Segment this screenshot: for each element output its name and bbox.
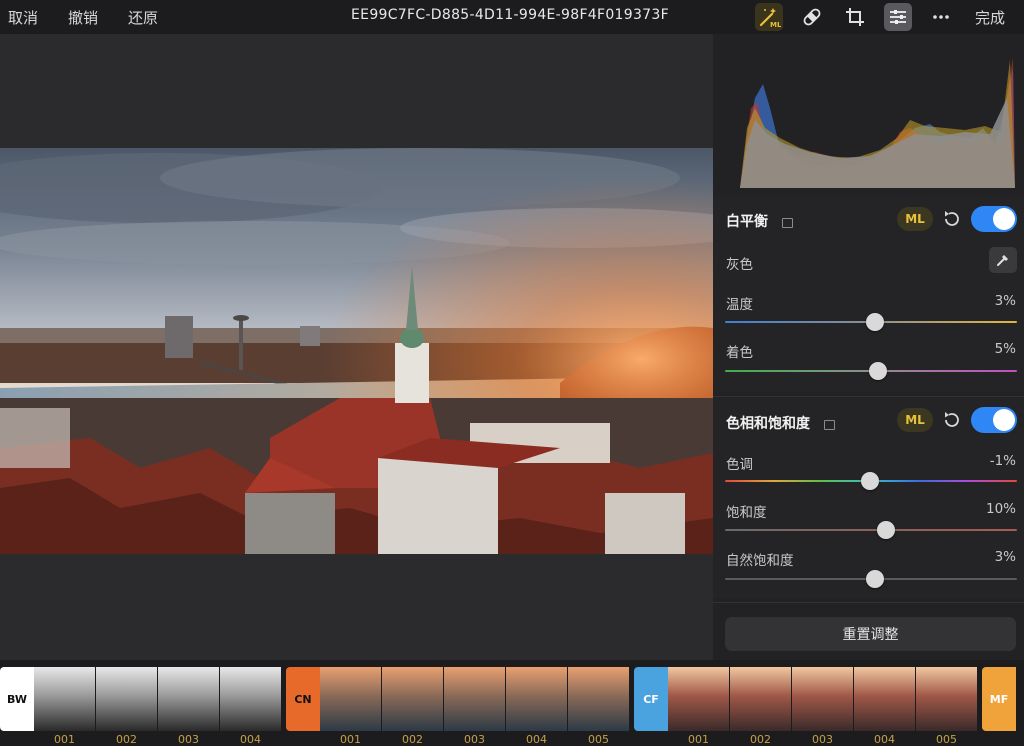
filter-thumbnail[interactable] bbox=[382, 667, 443, 731]
eyedropper-icon bbox=[997, 255, 1008, 266]
temperature-value: 3% bbox=[994, 293, 1016, 309]
filter-thumbnail-label: 004 bbox=[526, 733, 547, 746]
filter-group-tag[interactable]: MF bbox=[982, 667, 1016, 731]
filter-thumbnail-label: 004 bbox=[240, 733, 261, 746]
ml-auto-enhance-button[interactable]: ML bbox=[755, 3, 783, 31]
filter-thumbnail-label: 001 bbox=[54, 733, 75, 746]
white-balance-ml-button[interactable]: ML bbox=[897, 207, 933, 231]
filter-thumbnail-label: 001 bbox=[340, 733, 361, 746]
filter-thumbnail[interactable] bbox=[916, 667, 977, 731]
hue-saturation-reset-button[interactable] bbox=[941, 409, 963, 435]
cityscape-photo-illustration bbox=[0, 148, 713, 554]
histogram bbox=[725, 48, 1017, 188]
toggle-knob bbox=[993, 208, 1015, 230]
section-divider bbox=[713, 602, 1024, 603]
filter-thumbnail-label: 002 bbox=[402, 733, 423, 746]
document-title: EE99C7FC-D885-4D11-994E-98F4F019373F bbox=[351, 7, 669, 23]
top-toolbar: 取消 撤销 还原 EE99C7FC-D885-4D11-994E-98F4F01… bbox=[0, 0, 1024, 34]
photo-canvas[interactable] bbox=[0, 34, 713, 660]
filter-filmstrip: BW 001 002 003 004 CN 001 002 003 004 005 CF 001 002 0… bbox=[0, 660, 1024, 746]
tint-label: 着色 bbox=[726, 345, 753, 361]
crop-icon bbox=[846, 8, 864, 26]
hue-saturation-title: 色相和饱和度 bbox=[726, 416, 810, 432]
section-divider bbox=[713, 396, 1024, 397]
lock-icon[interactable] bbox=[824, 420, 835, 430]
bandage-icon bbox=[803, 8, 821, 26]
filter-thumbnail[interactable] bbox=[792, 667, 853, 731]
hue-saturation-ml-button[interactable]: ML bbox=[897, 408, 933, 432]
hue-saturation-section: 色相和饱和度 ML 色调 -1% 饱和度 10% 自然饱和度 3% bbox=[713, 398, 1024, 598]
filter-thumbnail-label: 003 bbox=[178, 733, 199, 746]
crop-tool-button[interactable] bbox=[841, 3, 869, 31]
filter-thumbnail[interactable] bbox=[506, 667, 567, 731]
filter-thumbnail-label: 002 bbox=[750, 733, 771, 746]
reset-arrow-icon bbox=[945, 412, 959, 427]
adjust-tool-button[interactable] bbox=[884, 3, 912, 31]
filter-thumbnail-label: 003 bbox=[812, 733, 833, 746]
undo-button[interactable]: 撤销 bbox=[68, 7, 98, 28]
gray-picker-button[interactable] bbox=[989, 247, 1017, 273]
filter-group-tag[interactable]: CF bbox=[634, 667, 668, 731]
filter-thumbnail[interactable] bbox=[96, 667, 157, 731]
hue-value: -1% bbox=[989, 453, 1016, 469]
more-dots-icon bbox=[933, 15, 949, 19]
filter-thumbnail[interactable] bbox=[568, 667, 629, 731]
filter-group-tag[interactable]: BW bbox=[0, 667, 34, 731]
lock-icon[interactable] bbox=[782, 218, 793, 228]
hue-label: 色调 bbox=[726, 457, 753, 473]
saturation-slider-thumb[interactable] bbox=[876, 521, 895, 539]
white-balance-section: 白平衡 ML 灰色 温度 3% 着色 5% bbox=[713, 196, 1024, 392]
filter-thumbnail[interactable] bbox=[854, 667, 915, 731]
filter-thumbnail[interactable] bbox=[668, 667, 729, 731]
temperature-slider-thumb[interactable] bbox=[866, 313, 885, 331]
vibrance-slider-thumb[interactable] bbox=[866, 570, 885, 588]
filter-thumbnail-label: 005 bbox=[588, 733, 609, 746]
filter-thumbnail-label: 002 bbox=[116, 733, 137, 746]
histogram-chart bbox=[740, 58, 1015, 188]
saturation-slider-track[interactable] bbox=[725, 529, 1017, 531]
tint-slider-thumb[interactable] bbox=[869, 362, 888, 380]
saturation-label: 饱和度 bbox=[726, 505, 767, 521]
filter-thumbnail-label: 005 bbox=[936, 733, 957, 746]
white-balance-title: 白平衡 bbox=[726, 214, 768, 230]
saturation-value: 10% bbox=[985, 501, 1016, 517]
gray-label: 灰色 bbox=[726, 257, 753, 273]
filter-thumbnail[interactable] bbox=[444, 667, 505, 731]
filter-thumbnail-label: 004 bbox=[874, 733, 895, 746]
filter-thumbnail[interactable] bbox=[158, 667, 219, 731]
filter-thumbnail-label: 003 bbox=[464, 733, 485, 746]
sliders-icon bbox=[890, 10, 906, 24]
edited-photo[interactable] bbox=[0, 148, 713, 554]
ml-icon-text: ML bbox=[770, 21, 781, 29]
hue-saturation-toggle[interactable] bbox=[971, 407, 1017, 433]
temperature-label: 温度 bbox=[726, 297, 753, 313]
reset-arrow-icon bbox=[945, 211, 959, 226]
more-button[interactable] bbox=[927, 3, 955, 31]
adjustments-panel: 白平衡 ML 灰色 温度 3% 着色 5% 色相和饱和度 ML 色调 -1% 饱… bbox=[713, 34, 1024, 660]
filter-group-tag[interactable]: CN bbox=[286, 667, 320, 731]
cancel-button[interactable]: 取消 bbox=[8, 7, 38, 28]
filter-thumbnail[interactable] bbox=[730, 667, 791, 731]
filter-thumbnail-label: 001 bbox=[688, 733, 709, 746]
white-balance-toggle[interactable] bbox=[971, 206, 1017, 232]
redo-button[interactable]: 还原 bbox=[128, 7, 158, 28]
reset-adjustments-button[interactable]: 重置调整 bbox=[725, 617, 1016, 651]
hue-slider-thumb[interactable] bbox=[860, 472, 879, 490]
white-balance-reset-button[interactable] bbox=[941, 208, 963, 234]
filter-thumbnail[interactable] bbox=[220, 667, 281, 731]
heal-tool-button[interactable] bbox=[798, 3, 826, 31]
vibrance-label: 自然饱和度 bbox=[726, 553, 794, 569]
magic-wand-icon: ML bbox=[759, 8, 781, 29]
vibrance-value: 3% bbox=[994, 549, 1016, 565]
tint-value: 5% bbox=[994, 341, 1016, 357]
filter-thumbnail[interactable] bbox=[320, 667, 381, 731]
filter-thumbnail[interactable] bbox=[34, 667, 95, 731]
toggle-knob bbox=[993, 409, 1015, 431]
done-button[interactable]: 完成 bbox=[975, 7, 1005, 28]
